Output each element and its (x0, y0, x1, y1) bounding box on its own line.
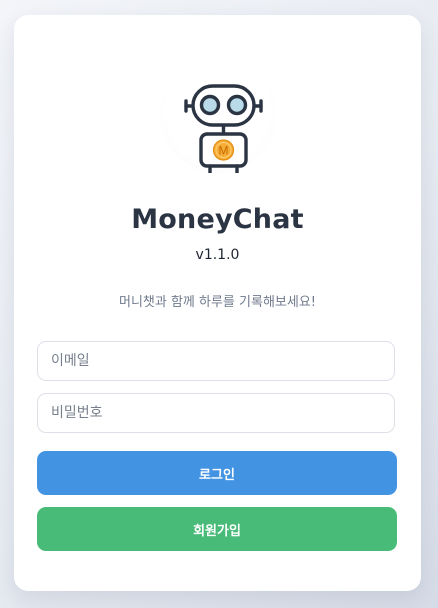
login-button[interactable]: 로그인 (37, 451, 397, 495)
app-version: v1.1.0 (195, 247, 240, 263)
app-logo: M (160, 57, 276, 173)
app-title: MoneyChat (131, 204, 304, 235)
password-field[interactable] (37, 393, 395, 433)
coin-badge-letter: M (219, 144, 229, 158)
login-card: M MoneyChat v1.1.0 머니챗과 함께 하루를 기록해보세요! 로… (14, 15, 421, 591)
robot-icon: M (184, 84, 263, 173)
app-tagline: 머니챗과 함께 하루를 기록해보세요! (118, 295, 316, 310)
signup-button[interactable]: 회원가입 (37, 507, 397, 551)
email-field[interactable] (37, 341, 395, 381)
